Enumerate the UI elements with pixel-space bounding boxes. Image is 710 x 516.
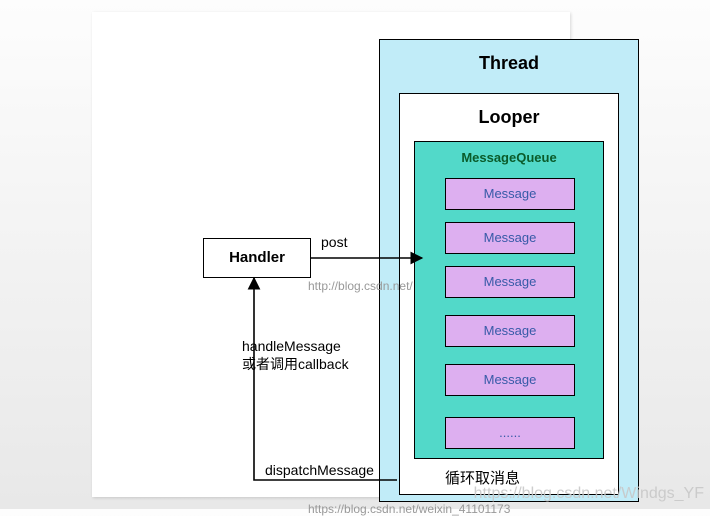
arrow-dispatch <box>254 278 397 480</box>
arrow-layer <box>92 12 570 509</box>
page-watermark: https://blog.csdn.net/Windgs_YF <box>474 485 704 503</box>
diagram-stage: Thread Looper MessageQueue Message Messa… <box>92 12 570 497</box>
